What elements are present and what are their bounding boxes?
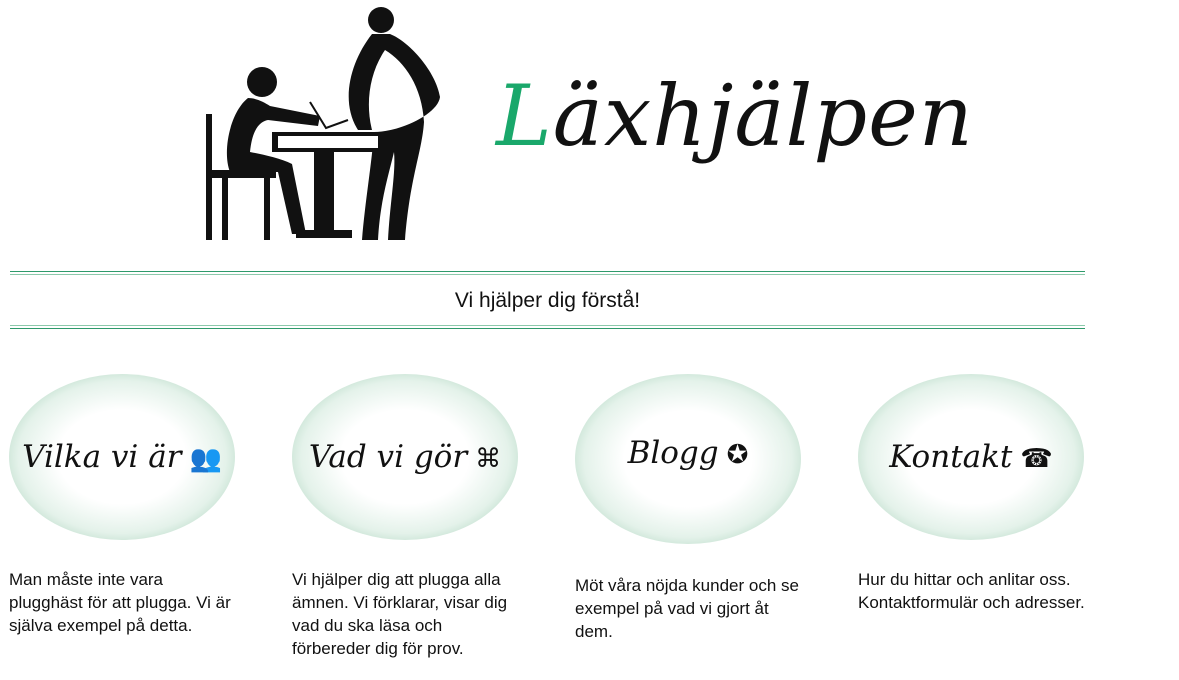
- phone-icon: ☎: [1020, 444, 1053, 474]
- nav-label: Vilka vi är 👥: [22, 439, 222, 475]
- nav-button-vad-vi-gor[interactable]: Vad vi gör ⌘: [292, 374, 518, 540]
- command-icon: ⌘: [475, 444, 502, 474]
- card-kontakt: Kontakt ☎ Hur du hittar och anlitar oss. …: [858, 374, 1088, 614]
- nav-label: Blogg ✪: [628, 435, 749, 471]
- site-title-rest: äxhjälpen: [552, 67, 974, 165]
- card-description: Hur du hittar och anlitar oss. Kontaktfo…: [858, 570, 1085, 612]
- card-description: Möt våra nöjda kunder och se exempel på …: [575, 576, 799, 641]
- nav-label-text: Blogg: [627, 435, 719, 471]
- card-blogg: Blogg ✪ Möt våra nöjda kunder och se exem…: [575, 374, 805, 643]
- card-description: Man måste inte vara plugghäst för att pl…: [9, 570, 231, 635]
- nav-label-text: Kontakt: [889, 439, 1013, 475]
- nav-button-vilka-vi-ar[interactable]: Vilka vi är 👥: [9, 374, 235, 540]
- tagline: Vi hjälper dig förstå!: [454, 289, 641, 312]
- divider: [10, 325, 1085, 326]
- page: Läxhjälpen Vi hjälper dig förstå! Vilka …: [0, 0, 1179, 680]
- card-vilka-vi-ar: Vilka vi är 👥 Man måste inte vara plugghä…: [9, 374, 239, 637]
- nav-label: Kontakt ☎: [889, 439, 1053, 475]
- nav-label-text: Vilka vi är: [22, 439, 182, 475]
- nav-button-blogg[interactable]: Blogg ✪: [575, 374, 801, 544]
- site-title: Läxhjälpen: [496, 66, 974, 166]
- tagline-band: Vi hjälper dig förstå!: [10, 271, 1085, 329]
- persons-icon: 👥: [189, 444, 222, 474]
- divider: [10, 274, 1085, 275]
- nav-label: Vad vi gör ⌘: [309, 439, 501, 475]
- card-vad-vi-gor: Vad vi gör ⌘ Vi hjälper dig att plugga al…: [292, 374, 522, 660]
- star-icon: ✪: [726, 440, 749, 470]
- card-description: Vi hjälper dig att plugga alla ämnen. Vi…: [292, 570, 508, 658]
- nav-button-kontakt[interactable]: Kontakt ☎: [858, 374, 1084, 540]
- divider: [10, 271, 1085, 272]
- tutor-student-logo-icon: [206, 7, 440, 240]
- site-title-first-letter: L: [496, 67, 553, 165]
- divider: [10, 328, 1085, 329]
- nav-label-text: Vad vi gör: [308, 439, 468, 475]
